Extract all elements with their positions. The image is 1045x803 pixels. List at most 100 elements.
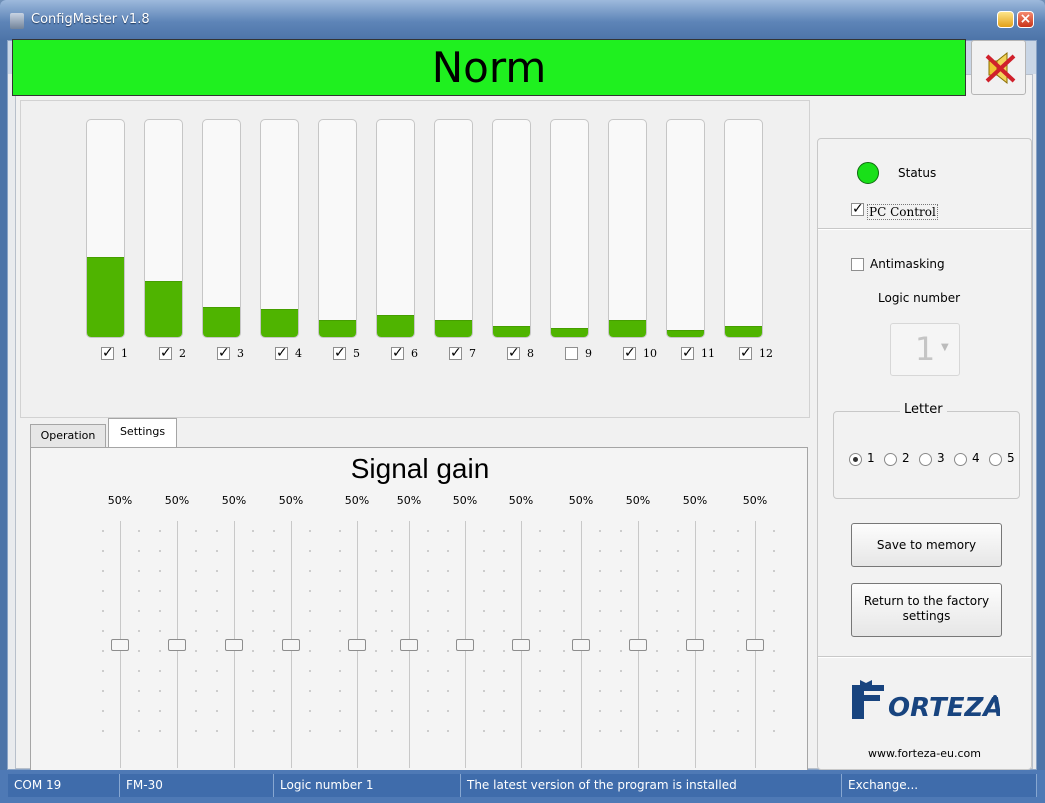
gain-slider-thumb[interactable] — [168, 639, 186, 651]
website-link[interactable]: www.forteza-eu.com — [818, 747, 1031, 760]
letter-radio-1[interactable] — [849, 453, 862, 466]
gain-slider-thumb[interactable] — [629, 639, 647, 651]
letter-radio-label[interactable]: 1 — [867, 451, 875, 465]
pc-control-checkbox[interactable]: ✓ — [851, 202, 864, 216]
slider-tick — [102, 530, 104, 532]
channel-checkbox[interactable]: ✓ 1 — [101, 346, 149, 363]
checkbox-box[interactable]: ✓ — [101, 346, 114, 360]
slider-tick — [656, 690, 658, 692]
slider-tick — [447, 530, 449, 532]
status-banner: Norm — [12, 39, 966, 96]
slider-tick — [737, 570, 739, 572]
tab-operation[interactable]: Operation — [30, 424, 106, 448]
checkbox-box[interactable]: ✓ — [507, 346, 520, 360]
pc-control-label[interactable]: PC Control — [867, 204, 938, 220]
gain-slider-thumb[interactable] — [456, 639, 474, 651]
slider-tick — [483, 550, 485, 552]
gain-slider-thumb[interactable] — [400, 639, 418, 651]
mute-button[interactable] — [971, 40, 1026, 95]
channel-level-bar — [145, 281, 182, 337]
slider-tick — [273, 710, 275, 712]
antimasking-label[interactable]: Antimasking — [870, 257, 945, 271]
slider-tick — [713, 650, 715, 652]
letter-radio-label[interactable]: 5 — [1007, 451, 1015, 465]
letter-radio-4[interactable] — [954, 453, 967, 466]
logic-number-select[interactable]: 1 ▼ — [890, 323, 960, 376]
checkbox-box[interactable]: ✓ — [275, 346, 288, 360]
checkbox-box[interactable] — [565, 347, 578, 360]
slider-tick — [309, 730, 311, 732]
letter-radio-label[interactable]: 2 — [902, 451, 910, 465]
slider-tick — [375, 570, 377, 572]
slider-tick — [216, 690, 218, 692]
status-exchange[interactable]: Exchange... — [842, 774, 1037, 797]
slider-tick — [339, 650, 341, 652]
factory-settings-button[interactable]: Return to the factory settings — [851, 583, 1002, 637]
slider-tick — [216, 530, 218, 532]
save-to-memory-button[interactable]: Save to memory — [851, 523, 1002, 567]
slider-tick — [391, 710, 393, 712]
checkbox-box[interactable]: ✓ — [449, 346, 462, 360]
gain-slider-thumb[interactable] — [512, 639, 530, 651]
letter-radio-label[interactable]: 4 — [972, 451, 980, 465]
slider-tick — [391, 570, 393, 572]
slider-tick — [138, 690, 140, 692]
channel-checkbox[interactable]: ✓ 12 — [739, 346, 787, 363]
channel-checkbox[interactable]: 9 — [565, 347, 613, 363]
slider-tick — [216, 610, 218, 612]
checkbox-box[interactable]: ✓ — [159, 346, 172, 360]
tab-settings[interactable]: Settings — [108, 418, 177, 448]
checkbox-box[interactable]: ✓ — [623, 346, 636, 360]
application-window: ConfigMaster v1.8 × FM Norm ✓1✓2✓3✓4✓5✓6… — [0, 0, 1045, 803]
checkbox-box[interactable]: ✓ — [681, 346, 694, 360]
gain-slider-thumb[interactable] — [282, 639, 300, 651]
channel-number-label: 10 — [643, 347, 657, 360]
slider-tick — [773, 730, 775, 732]
channel-checkbox[interactable]: ✓ 4 — [275, 346, 323, 363]
slider-tick — [677, 590, 679, 592]
gain-slider-thumb[interactable] — [111, 639, 129, 651]
letter-radio-label[interactable]: 3 — [937, 451, 945, 465]
slider-tick — [375, 650, 377, 652]
channel-checkbox[interactable]: ✓ 3 — [217, 346, 265, 363]
letter-radio-2[interactable] — [884, 453, 897, 466]
channel-checkbox[interactable]: ✓ 7 — [449, 346, 497, 363]
slider-tick — [503, 690, 505, 692]
letter-radio-3[interactable] — [919, 453, 932, 466]
checkbox-box[interactable]: ✓ — [333, 346, 346, 360]
channel-checkbox[interactable]: ✓ 11 — [681, 346, 729, 363]
slider-tick — [483, 650, 485, 652]
channel-meter-7 — [434, 119, 473, 338]
gain-slider-thumb[interactable] — [348, 639, 366, 651]
slider-tick — [563, 630, 565, 632]
slider-tick — [620, 730, 622, 732]
close-icon[interactable]: × — [1017, 11, 1034, 28]
channel-checkbox[interactable]: ✓ 10 — [623, 346, 671, 363]
antimasking-checkbox[interactable] — [851, 258, 864, 271]
gain-slider-thumb[interactable] — [572, 639, 590, 651]
gain-slider-thumb[interactable] — [225, 639, 243, 651]
slider-tick — [375, 590, 377, 592]
slider-tick — [102, 570, 104, 572]
slider-tick — [195, 590, 197, 592]
gain-slider-thumb[interactable] — [746, 639, 764, 651]
minimize-icon[interactable] — [997, 11, 1014, 28]
channel-checkbox[interactable]: ✓ 8 — [507, 346, 555, 363]
factory-button-label-line1: Return to the factory — [863, 594, 990, 608]
channel-number-label: 11 — [701, 347, 715, 360]
letter-radio-5[interactable] — [989, 453, 1002, 466]
checkbox-box[interactable]: ✓ — [217, 346, 230, 360]
slider-tick — [447, 590, 449, 592]
slider-tick — [273, 570, 275, 572]
checkbox-box[interactable]: ✓ — [391, 346, 404, 360]
channel-checkbox[interactable]: ✓ 5 — [333, 346, 381, 363]
slider-tick — [503, 610, 505, 612]
channel-checkbox[interactable]: ✓ 6 — [391, 346, 439, 363]
gain-slider-thumb[interactable] — [686, 639, 704, 651]
slider-tick — [427, 610, 429, 612]
slider-tick — [447, 570, 449, 572]
channel-checkbox[interactable]: ✓ 2 — [159, 346, 207, 363]
slider-tick — [677, 610, 679, 612]
slider-tick — [563, 570, 565, 572]
checkbox-box[interactable]: ✓ — [739, 346, 752, 360]
